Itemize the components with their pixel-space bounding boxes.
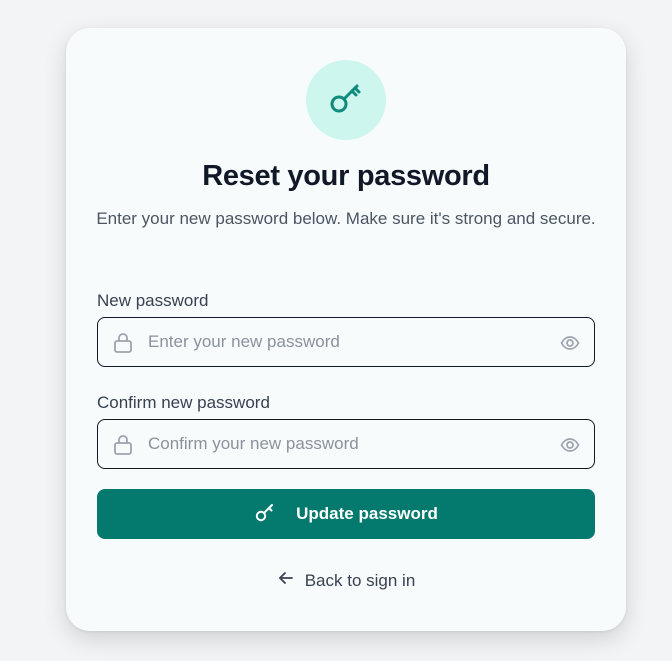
reset-password-card: Reset your password Enter your new passw… xyxy=(66,28,626,631)
lock-icon xyxy=(113,434,133,461)
update-password-button[interactable]: Update password xyxy=(97,489,595,539)
new-password-label: New password xyxy=(97,291,209,310)
page-subtitle: Enter your new password below. Make sure… xyxy=(96,209,596,228)
new-password-field xyxy=(97,317,595,367)
eye-icon[interactable] xyxy=(560,435,580,460)
update-password-label: Update password xyxy=(296,504,438,523)
eye-icon[interactable] xyxy=(560,333,580,358)
back-to-sign-in-label: Back to sign in xyxy=(304,570,416,590)
key-icon xyxy=(254,501,276,528)
confirm-password-label: Confirm new password xyxy=(97,393,270,412)
arrow-left-icon xyxy=(277,569,295,592)
key-icon xyxy=(327,79,365,122)
key-badge xyxy=(306,60,386,140)
back-to-sign-in-link[interactable]: Back to sign in xyxy=(66,569,626,592)
new-password-input[interactable] xyxy=(148,318,548,366)
confirm-password-input[interactable] xyxy=(148,420,548,468)
lock-icon xyxy=(113,332,133,359)
confirm-password-field xyxy=(97,419,595,469)
page-title: Reset your password xyxy=(202,160,490,192)
